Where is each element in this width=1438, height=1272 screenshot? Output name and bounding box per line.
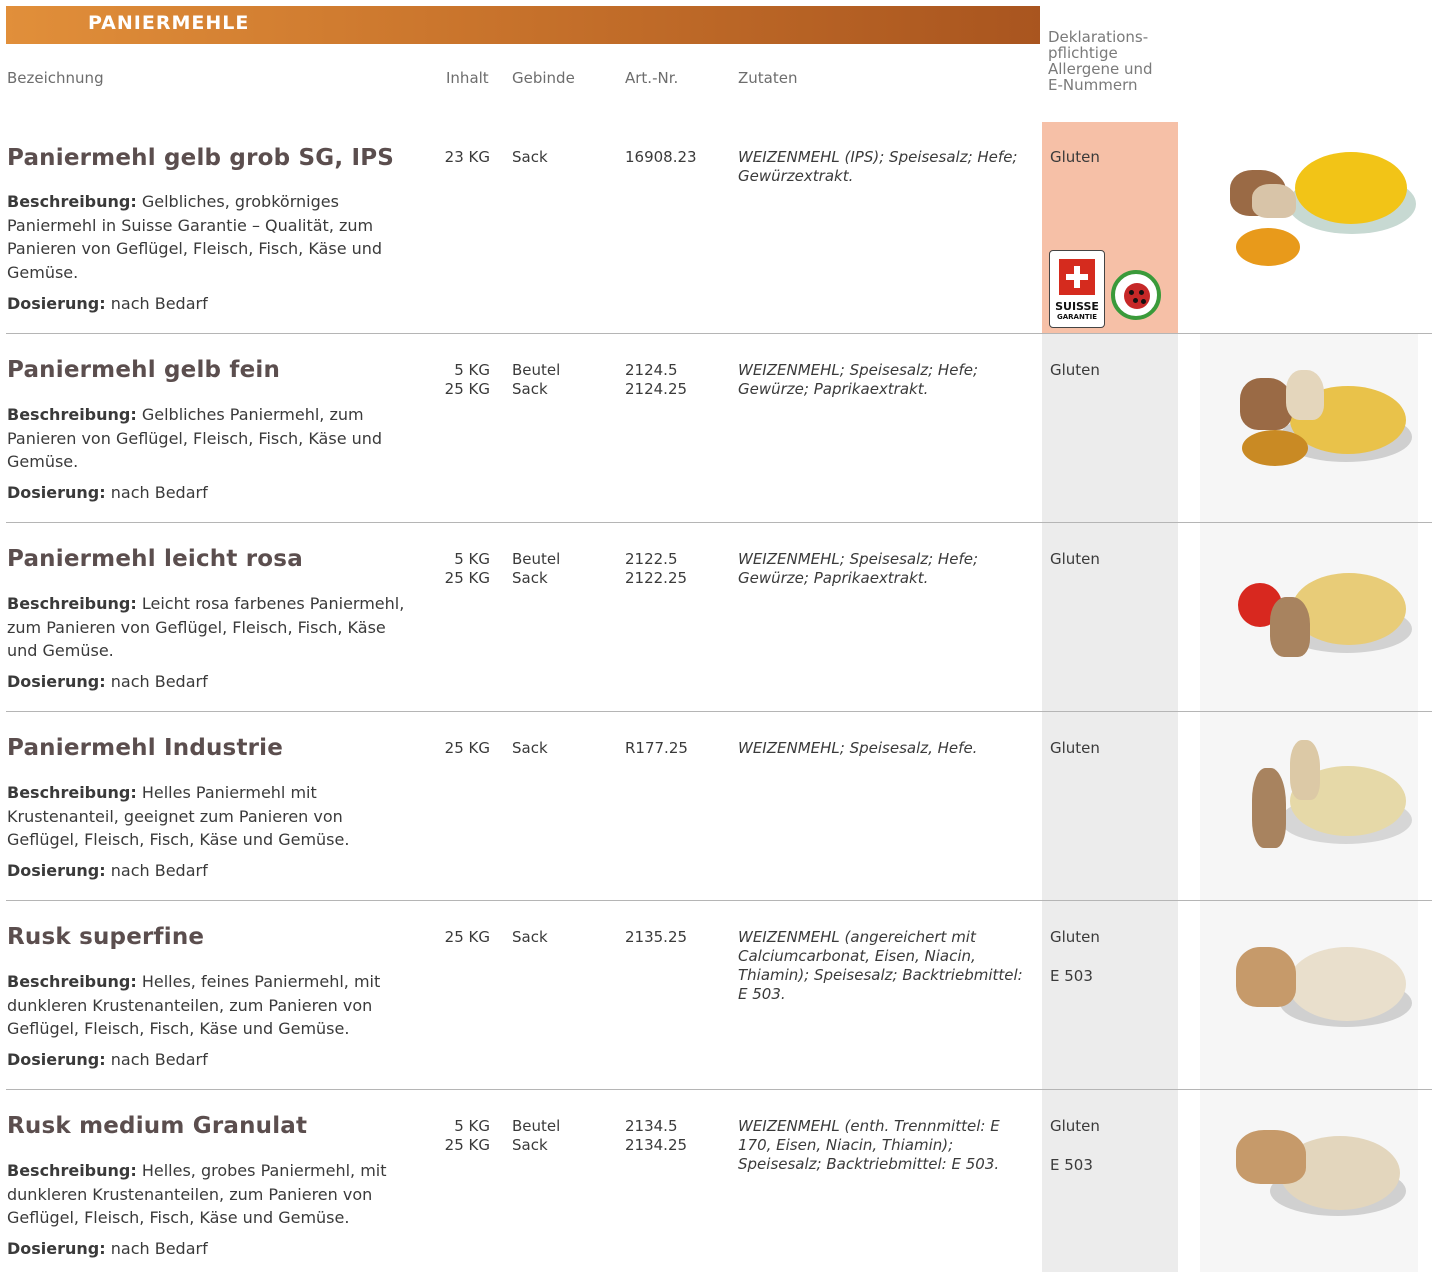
- product-zutaten: WEIZENMEHL; Speisesalz; Hefe; Gewürze; P…: [738, 361, 979, 398]
- product-artnr: R177.25: [625, 739, 688, 757]
- product-e-nummer: E 503: [1050, 967, 1093, 985]
- product-dosage: Dosierung: nach Bedarf: [7, 861, 208, 880]
- product-photo: [1200, 901, 1418, 1089]
- description-label: Beschreibung:: [7, 1161, 137, 1180]
- product-description: Beschreibung: Helles, feines Paniermehl,…: [7, 970, 419, 1041]
- product-description: Beschreibung: Gelbliches, grobkörniges P…: [7, 190, 419, 284]
- product-zutaten: WEIZENMEHL (enth. Trennmittel: E 170, Ei…: [738, 1117, 1000, 1173]
- product-gebinde: Beutel Sack: [512, 550, 561, 587]
- product-gebinde: Sack: [512, 148, 548, 166]
- product-name: Paniermehl gelb fein: [7, 357, 281, 383]
- product-photo: [1200, 1090, 1418, 1272]
- column-header-gebinde: Gebinde: [512, 69, 575, 87]
- column-header-bezeichnung: Bezeichnung: [7, 69, 104, 87]
- description-label: Beschreibung:: [7, 594, 137, 613]
- description-label: Beschreibung:: [7, 972, 137, 991]
- product-inhalt: 25 KG: [444, 739, 490, 757]
- swiss-flag-icon: [1059, 259, 1095, 295]
- product-zutaten: WEIZENMEHL (angereichert mit Calciumcarb…: [738, 928, 1023, 1003]
- product-artnr: 2124.5 2124.25: [625, 361, 688, 398]
- product-description: Beschreibung: Leicht rosa farbenes Panie…: [7, 592, 419, 663]
- description-label: Beschreibung:: [7, 783, 137, 802]
- product-zutaten: WEIZENMEHL; Speisesalz; Hefe; Gewürze; P…: [738, 550, 979, 587]
- product-dosage: Dosierung: nach Bedarf: [7, 1050, 208, 1069]
- product-description: Beschreibung: Helles Paniermehl mit Krus…: [7, 781, 419, 852]
- product-name: Paniermehl Industrie: [7, 735, 284, 761]
- dosage-label: Dosierung:: [7, 1050, 106, 1069]
- dosage-text: nach Bedarf: [110, 1239, 208, 1258]
- dosage-text: nach Bedarf: [110, 861, 208, 880]
- product-e-nummer: E 503: [1050, 1156, 1093, 1174]
- product-inhalt: 25 KG: [444, 928, 490, 946]
- product-artnr: 2122.5 2122.25: [625, 550, 688, 587]
- dosage-text: nach Bedarf: [110, 483, 208, 502]
- product-inhalt: 5 KG 25 KG: [444, 550, 490, 587]
- product-dosage: Dosierung: nach Bedarf: [7, 672, 208, 691]
- product-allergene: Gluten: [1050, 928, 1100, 946]
- product-zutaten: WEIZENMEHL (IPS); Speisesalz; Hefe; Gewü…: [738, 148, 1018, 185]
- product-artnr: 16908.23: [625, 148, 697, 166]
- product-dosage: Dosierung: nach Bedarf: [7, 483, 208, 502]
- dosage-text: nach Bedarf: [110, 294, 208, 313]
- product-gebinde: Beutel Sack: [512, 361, 561, 398]
- description-label: Beschreibung:: [7, 405, 137, 424]
- product-photo: [1200, 523, 1418, 711]
- dosage-label: Dosierung:: [7, 483, 106, 502]
- product-allergene: Gluten: [1050, 1117, 1100, 1135]
- product-name: Rusk medium Granulat: [7, 1113, 308, 1139]
- section-title-bar: PANIERMEHLE: [6, 6, 1040, 44]
- column-header-zutaten: Zutaten: [738, 69, 798, 87]
- product-allergene: Gluten: [1050, 148, 1100, 166]
- dosage-label: Dosierung:: [7, 1239, 106, 1258]
- column-header-allergene: Deklarations- pflichtige Allergene und E…: [1048, 28, 1153, 94]
- product-zutaten: WEIZENMEHL; Speisesalz, Hefe.: [738, 739, 978, 757]
- dosage-label: Dosierung:: [7, 294, 106, 313]
- description-label: Beschreibung:: [7, 192, 137, 211]
- badge-text-suisse: SUISSE: [1055, 300, 1099, 313]
- product-gebinde: Sack: [512, 928, 548, 946]
- product-name: Paniermehl leicht rosa: [7, 546, 303, 572]
- product-name: Paniermehl gelb grob SG, IPS: [7, 145, 395, 171]
- product-inhalt: 5 KG 25 KG: [444, 361, 490, 398]
- product-gebinde: Sack: [512, 739, 548, 757]
- product-inhalt: 23 KG: [444, 148, 490, 166]
- product-artnr: 2134.5 2134.25: [625, 1117, 688, 1154]
- product-photo: [1200, 712, 1418, 900]
- dosage-label: Dosierung:: [7, 672, 106, 691]
- product-artnr: 2135.25: [625, 928, 688, 946]
- product-inhalt: 5 KG 25 KG: [444, 1117, 490, 1154]
- product-dosage: Dosierung: nach Bedarf: [7, 294, 208, 313]
- product-description: Beschreibung: Helles, grobes Paniermehl,…: [7, 1159, 419, 1230]
- section-title: PANIERMEHLE: [88, 12, 250, 34]
- dosage-text: nach Bedarf: [110, 1050, 208, 1069]
- dosage-label: Dosierung:: [7, 861, 106, 880]
- product-allergene: Gluten: [1050, 550, 1100, 568]
- dosage-text: nach Bedarf: [110, 672, 208, 691]
- column-header-inhalt: Inhalt: [446, 69, 489, 87]
- product-description: Beschreibung: Gelbliches Paniermehl, zum…: [7, 403, 419, 474]
- product-allergene: Gluten: [1050, 361, 1100, 379]
- product-name: Rusk superfine: [7, 924, 205, 950]
- product-photo: [1200, 334, 1418, 522]
- product-dosage: Dosierung: nach Bedarf: [7, 1239, 208, 1258]
- product-photo: [1200, 122, 1418, 333]
- column-header-artnr: Art.-Nr.: [625, 69, 679, 87]
- ladybug-icon: [1111, 270, 1161, 320]
- product-gebinde: Beutel Sack: [512, 1117, 561, 1154]
- badge-text-garantie: GARANTIE: [1057, 313, 1097, 321]
- product-allergene: Gluten: [1050, 739, 1100, 757]
- suisse-garantie-badge: SUISSE GARANTIE: [1049, 250, 1105, 328]
